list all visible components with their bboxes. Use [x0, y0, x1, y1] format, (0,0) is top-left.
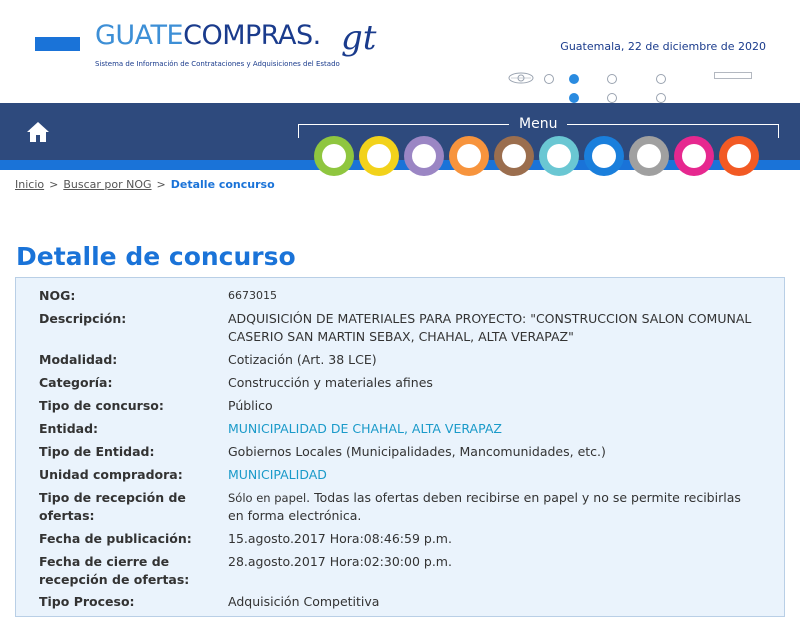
- menu-category-button[interactable]: [584, 136, 624, 176]
- circle-icon: [457, 144, 481, 168]
- page-title: Detalle de concurso: [16, 242, 296, 271]
- detail-value: Público: [228, 398, 273, 413]
- detail-panel: NOG: 6673015 Descripción: ADQUISICIÓN DE…: [15, 277, 785, 617]
- menu-label[interactable]: Menu: [509, 116, 568, 132]
- detail-value: 28.agosto.2017 Hora:02:30:00 p.m.: [228, 554, 452, 569]
- guatecompras-logo[interactable]: GUATECOMPRAS. gt Sistema de Información …: [95, 18, 376, 68]
- detail-label: Entidad:: [39, 421, 99, 436]
- detail-value-strong: Sólo en papel: [228, 491, 307, 505]
- logo-compras: COMPRAS: [183, 20, 313, 51]
- detail-label: Fecha de publicación:: [39, 531, 192, 546]
- menu-category-button[interactable]: [404, 136, 444, 176]
- menu-category-button[interactable]: [494, 136, 534, 176]
- detail-label: NOG:: [39, 288, 76, 303]
- detail-label: Modalidad:: [39, 352, 118, 367]
- text-size-3-button[interactable]: [607, 69, 617, 122]
- menu-category-button[interactable]: [719, 136, 759, 176]
- circle-icon: [502, 144, 526, 168]
- detail-label: Tipo Proceso:: [39, 594, 135, 609]
- breadcrumb-separator: >: [156, 178, 166, 191]
- detail-value: 6673015: [228, 289, 277, 302]
- breadcrumb: Inicio > Buscar por NOG > Detalle concurso: [15, 178, 275, 191]
- detail-label: Tipo de Entidad:: [39, 444, 155, 459]
- circle-icon: [682, 144, 706, 168]
- text-size-4-button[interactable]: [656, 69, 666, 141]
- circle-icon: [656, 93, 666, 103]
- circle-icon: [569, 93, 579, 103]
- menu-category-button[interactable]: [539, 136, 579, 176]
- circle-icon: [547, 144, 571, 168]
- logo-subtitle: Sistema de Información de Contrataciones…: [95, 60, 340, 68]
- breadcrumb-link-inicio[interactable]: Inicio: [15, 178, 44, 191]
- entidad-link[interactable]: MUNICIPALIDAD DE CHAHAL, ALTA VERAPAZ: [228, 420, 753, 438]
- brand-bar: [35, 37, 80, 51]
- detail-value: Gobiernos Locales (Municipalidades, Manc…: [228, 444, 606, 459]
- logo-guate: GUATE: [95, 20, 184, 51]
- detail-label: Unidad compradora:: [39, 467, 183, 482]
- circle-icon: [412, 144, 436, 168]
- unidad-compradora-link[interactable]: MUNICIPALIDAD: [228, 466, 753, 484]
- circle-icon: [322, 144, 346, 168]
- detail-label: Tipo de recepción de ofertas:: [39, 490, 186, 523]
- detail-value: 15.agosto.2017 Hora:08:46:59 p.m.: [228, 531, 452, 546]
- logo-gt: gt: [341, 18, 377, 58]
- menu-category-button[interactable]: [674, 136, 714, 176]
- detail-value: Cotización (Art. 38 LCE): [228, 352, 377, 367]
- circle-icon: [637, 144, 661, 168]
- breadcrumb-current: Detalle concurso: [170, 178, 275, 191]
- detail-value: Construcción y materiales afines: [228, 375, 433, 390]
- detail-value: ADQUISICIÓN DE MATERIALES PARA PROYECTO:…: [228, 311, 752, 344]
- circle-icon: [607, 93, 617, 103]
- circle-icon: [727, 144, 751, 168]
- current-date: Guatemala, 22 de diciembre de 2020: [560, 40, 766, 53]
- circle-icon: [592, 144, 616, 168]
- eye-icon[interactable]: [508, 69, 534, 84]
- home-icon[interactable]: [26, 120, 50, 144]
- detail-value: Adquisición Competitiva: [228, 594, 380, 609]
- detail-value: Sólo en papel. Todas las ofertas deben r…: [228, 489, 753, 525]
- logo-dot: .: [312, 20, 322, 51]
- circle-icon: [544, 74, 554, 84]
- detail-label: Fecha de cierre de recepción de ofertas:: [39, 554, 190, 587]
- circle-icon: [367, 144, 391, 168]
- text-size-2-button[interactable]: [569, 69, 579, 103]
- detail-label: Tipo de concurso:: [39, 398, 164, 413]
- text-size-1-button[interactable]: [544, 69, 554, 84]
- text-size-bar[interactable]: [714, 72, 752, 79]
- circle-icon: [569, 74, 579, 84]
- menu-category-button[interactable]: [314, 136, 354, 176]
- breadcrumb-separator: >: [49, 178, 59, 191]
- menu-category-button[interactable]: [359, 136, 399, 176]
- breadcrumb-link-buscar-nog[interactable]: Buscar por NOG: [63, 178, 151, 191]
- circle-icon: [607, 74, 617, 84]
- detail-label: Categoría:: [39, 375, 113, 390]
- menu-category-button[interactable]: [449, 136, 489, 176]
- menu-category-button[interactable]: [629, 136, 669, 176]
- circle-icon: [656, 74, 666, 84]
- detail-label: Descripción:: [39, 311, 127, 326]
- header: GUATECOMPRAS. gt Sistema de Información …: [0, 0, 800, 141]
